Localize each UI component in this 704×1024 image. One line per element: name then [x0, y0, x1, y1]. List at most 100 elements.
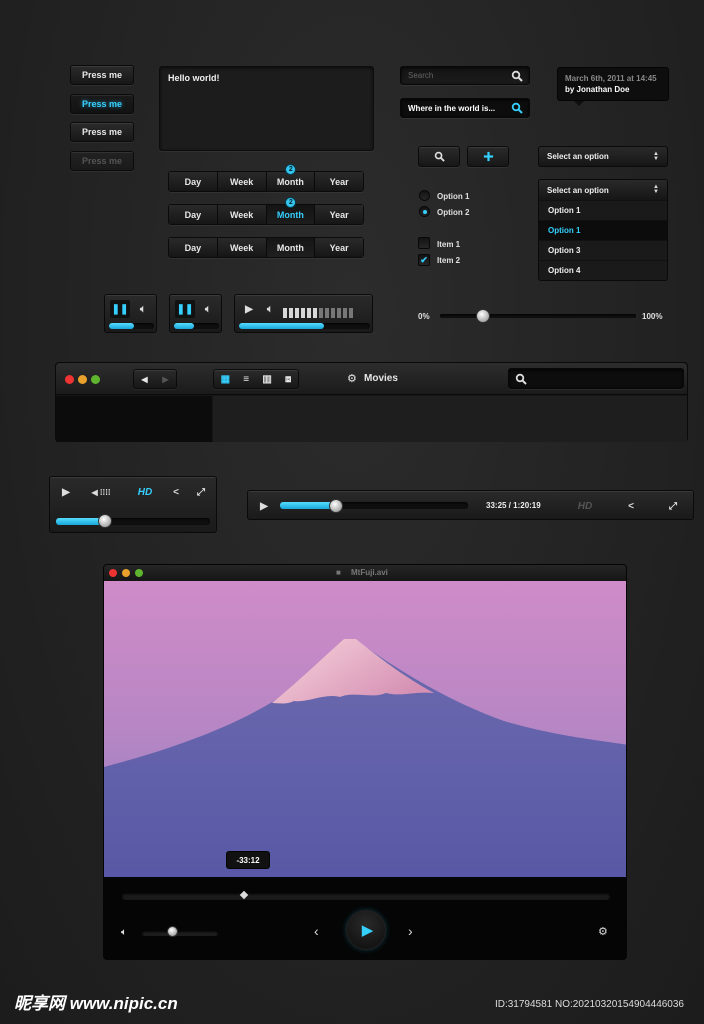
previous-icon[interactable]: ‹ [314, 923, 319, 939]
select-header[interactable]: Select an option ▲ ▼ [539, 180, 667, 200]
close-dot-icon[interactable] [65, 375, 74, 384]
search-icon [511, 102, 523, 114]
slider-knob[interactable] [476, 309, 491, 323]
segment-day[interactable]: Day [169, 172, 218, 191]
time-readout: 33:25 / 1:20:19 [486, 501, 541, 510]
maximize-dot-icon[interactable] [91, 375, 100, 384]
share-icon[interactable]: < [618, 496, 644, 516]
check-icon: ✔ [420, 254, 428, 265]
volume-track[interactable] [142, 931, 218, 936]
search-input-filled[interactable]: Where in the world is... [400, 98, 530, 118]
segment-year[interactable]: Year [315, 205, 363, 224]
segment-week[interactable]: Week [217, 205, 267, 224]
pause-icon[interactable]: ❚❚ [110, 300, 130, 318]
coverflow-view-icon[interactable]: ⧈ [285, 374, 291, 385]
play-icon[interactable]: ▶ [254, 496, 274, 516]
close-dot-icon[interactable] [109, 569, 117, 577]
dropdown-option-selected[interactable]: Option 1 [539, 220, 667, 240]
plus-icon [483, 151, 493, 162]
select-dropdown[interactable]: Select an option ▲ ▼ [538, 146, 668, 167]
slider-min-label: 0% [418, 312, 430, 321]
video-filename: MtFuji.avi [351, 568, 388, 577]
volume-icon[interactable]: ◀︎ ⁞⁞⁞⁞ [80, 482, 122, 502]
column-view-icon[interactable]: ▥ [262, 374, 271, 385]
minimize-dot-icon[interactable] [122, 569, 130, 577]
hello-textarea[interactable]: Hello world! [159, 66, 374, 151]
finder-search-input[interactable] [508, 368, 684, 389]
add-button[interactable] [467, 146, 509, 167]
scrub-knob[interactable] [329, 499, 344, 513]
view-buttons: ▦ ≡ ▥ ⧈ [213, 369, 299, 389]
press-me-button-disabled: Press me [70, 151, 134, 171]
back-arrow-icon[interactable]: ◀ [134, 375, 155, 384]
play-icon[interactable]: ▶ [239, 300, 259, 318]
segment-day[interactable]: Day [169, 205, 218, 224]
volume-icon[interactable]: 🔈︎ [261, 300, 279, 318]
play-button[interactable]: ▶ [346, 910, 386, 950]
volume-icon[interactable]: 🔈︎ [133, 300, 153, 318]
fullscreen-icon[interactable]: ⤢ [660, 496, 686, 516]
pause-icon[interactable]: ❚❚ [175, 300, 195, 318]
radio-option-2[interactable] [419, 206, 430, 217]
segment-year[interactable]: Year [315, 238, 363, 257]
segment-year[interactable]: Year [315, 172, 363, 191]
press-me-button[interactable]: Press me [70, 65, 134, 85]
finder-window: ◀ ▶ ▦ ≡ ▥ ⧈ ⚙ Movies [55, 362, 688, 442]
hd-player: ▶ ◀︎ ⁞⁞⁞⁞ HD < ⤢ [49, 476, 217, 533]
volume-icon[interactable]: 🔈︎ [121, 927, 127, 938]
forward-arrow-icon[interactable]: ▶ [155, 375, 176, 384]
segment-month-selected[interactable]: Month 2 [266, 197, 316, 224]
progress-track[interactable] [174, 323, 219, 329]
film-reel-icon: ⚙ [347, 373, 357, 385]
progress-track[interactable] [280, 502, 468, 509]
segment-month-pressed[interactable]: Month [266, 238, 316, 257]
search-button[interactable] [418, 146, 460, 167]
progress-track[interactable] [239, 323, 370, 329]
hd-toggle[interactable]: HD [128, 482, 162, 502]
scrub-track[interactable] [122, 893, 610, 900]
volume-icon[interactable]: 🔈︎ [198, 300, 218, 318]
tooltip-arrow [574, 101, 584, 106]
press-me-button-active[interactable]: Press me [70, 94, 134, 114]
radio-option-1[interactable] [419, 190, 430, 201]
dropdown-option[interactable]: Option 3 [539, 240, 667, 260]
video-titlebar: ■ MtFuji.avi [104, 565, 626, 581]
mini-player-2: ❚❚ 🔈︎ [169, 294, 222, 333]
select-dropdown-open[interactable]: Select an option ▲ ▼ Option 1 Option 1 Op… [538, 179, 668, 281]
segment-week[interactable]: Week [217, 172, 267, 191]
dropdown-option[interactable]: Option 4 [539, 260, 667, 280]
segment-month[interactable]: Month 2 [266, 164, 316, 191]
play-icon[interactable]: ▶ [55, 482, 77, 502]
slider-track[interactable] [440, 314, 636, 318]
checkbox-item-1[interactable] [418, 237, 430, 249]
gear-icon[interactable]: ⚙ [598, 925, 608, 938]
finder-sidebar [56, 396, 212, 442]
next-icon[interactable]: › [408, 923, 413, 939]
finder-title: Movies [364, 373, 398, 384]
select-label: Select an option [547, 185, 609, 195]
progress-fill [174, 323, 195, 329]
scrub-knob[interactable] [98, 514, 113, 528]
tooltip: March 6th, 2011 at 14:45 by Jonathan Doe [557, 67, 669, 101]
segment-day[interactable]: Day [169, 238, 218, 257]
search-icon [511, 70, 523, 82]
list-view-icon[interactable]: ≡ [243, 374, 249, 385]
grid-view-icon[interactable]: ▦ [221, 374, 230, 385]
minimize-dot-icon[interactable] [78, 375, 87, 384]
checkbox-item-2[interactable]: ✔ [418, 254, 430, 266]
hd-toggle[interactable]: HD [560, 496, 610, 516]
segment-week[interactable]: Week [217, 238, 267, 257]
fullscreen-icon[interactable]: ⤢ [190, 482, 212, 502]
search-input[interactable]: Search [400, 66, 530, 85]
dropdown-option[interactable]: Option 1 [539, 200, 667, 220]
notification-badge: 2 [285, 197, 297, 208]
maximize-dot-icon[interactable] [135, 569, 143, 577]
progress-track[interactable] [56, 518, 210, 525]
progress-track[interactable] [109, 323, 154, 329]
share-icon[interactable]: < [166, 482, 186, 502]
time-tooltip: -33:12 [226, 851, 270, 869]
volume-bars[interactable] [283, 305, 355, 323]
press-me-button-pressed[interactable]: Press me [70, 122, 134, 142]
video-frame-mt-fuji [104, 581, 626, 877]
updown-arrows-icon: ▲ ▼ [653, 184, 659, 195]
